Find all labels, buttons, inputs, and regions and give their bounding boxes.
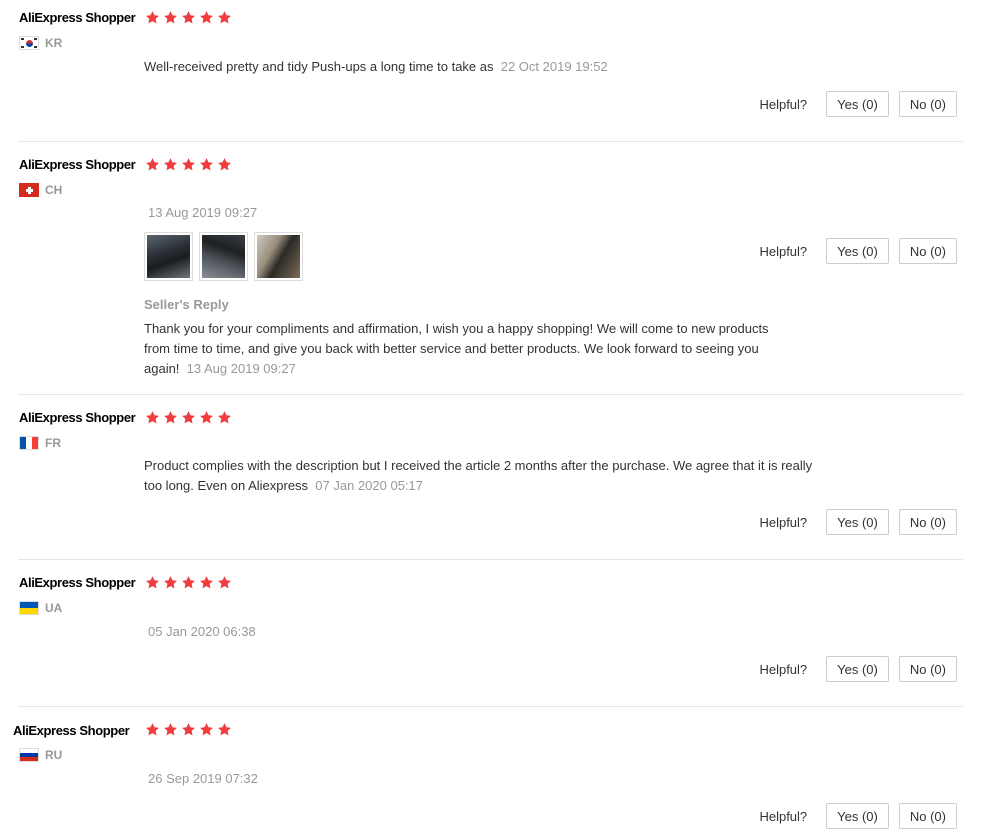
star-rating — [145, 10, 232, 25]
switzerland-flag-icon — [19, 183, 39, 197]
review-body: Product complies with the description bu… — [144, 458, 813, 473]
star-icon — [181, 10, 196, 25]
reviewer-country: KR — [19, 36, 62, 50]
star-icon — [217, 157, 232, 172]
country-code: CH — [45, 183, 63, 197]
star-icon — [181, 722, 196, 737]
seller-reply-line: Thank you for your compliments and affir… — [144, 321, 769, 336]
seller-reply-line: from time to time, and give you back wit… — [144, 341, 759, 356]
star-icon — [181, 410, 196, 425]
helpful-label: Helpful? — [759, 808, 808, 824]
star-icon — [217, 575, 232, 590]
review-photo[interactable] — [144, 232, 193, 281]
star-icon — [199, 722, 214, 737]
reviewer-name: AliExpress Shopper — [19, 575, 136, 590]
seller-reply-date: 13 Aug 2019 09:27 — [186, 361, 296, 376]
south-korea-flag-icon — [19, 36, 39, 50]
helpful-no-button[interactable]: No (0) — [898, 238, 957, 264]
helpful-no-button[interactable]: No (0) — [898, 509, 957, 535]
star-rating — [145, 575, 232, 590]
helpful-yes-button[interactable]: Yes (0) — [826, 656, 889, 682]
review-divider — [18, 559, 963, 560]
helpful-label: Helpful? — [759, 243, 808, 259]
review-photo[interactable] — [254, 232, 303, 281]
star-icon — [217, 10, 232, 25]
star-icon — [199, 575, 214, 590]
helpful-no-button[interactable]: No (0) — [898, 656, 957, 682]
helpful-section: Helpful? Yes (0) No (0) — [759, 509, 957, 535]
review-photos — [144, 232, 303, 281]
star-icon — [163, 10, 178, 25]
country-code: KR — [45, 36, 63, 50]
country-code: UA — [45, 601, 63, 615]
star-icon — [145, 157, 160, 172]
star-icon — [163, 722, 178, 737]
russia-flag-icon — [19, 748, 39, 762]
helpful-no-button[interactable]: No (0) — [898, 803, 957, 829]
review-text: Well-received pretty and tidy Push-ups a… — [144, 57, 608, 77]
country-code: RU — [45, 748, 63, 762]
reviewer-country: RU — [19, 748, 62, 762]
helpful-label: Helpful? — [759, 514, 808, 530]
helpful-no-button[interactable]: No (0) — [898, 91, 957, 117]
reviewer-name: AliExpress Shopper — [19, 10, 136, 25]
star-rating — [145, 410, 232, 425]
star-icon — [199, 10, 214, 25]
helpful-yes-button[interactable]: Yes (0) — [826, 803, 889, 829]
star-rating — [145, 722, 232, 737]
helpful-section: Helpful? Yes (0) No (0) — [759, 803, 957, 829]
ukraine-flag-icon — [19, 601, 39, 615]
star-icon — [145, 10, 160, 25]
review-photo[interactable] — [199, 232, 248, 281]
reviewer-country: UA — [19, 601, 62, 615]
review-date: 13 Aug 2019 09:27 — [148, 205, 258, 220]
star-icon — [145, 722, 160, 737]
star-icon — [217, 722, 232, 737]
star-icon — [199, 410, 214, 425]
review-date: 26 Sep 2019 07:32 — [148, 771, 258, 786]
star-rating — [145, 157, 232, 172]
star-icon — [145, 410, 160, 425]
star-icon — [163, 157, 178, 172]
star-icon — [199, 157, 214, 172]
star-icon — [181, 575, 196, 590]
review-body: Well-received pretty and tidy Push-ups a… — [144, 59, 494, 74]
star-icon — [217, 410, 232, 425]
helpful-section: Helpful? Yes (0) No (0) — [759, 656, 957, 682]
review-text: Product complies with the description bu… — [144, 456, 812, 496]
review-date: 07 Jan 2020 05:17 — [315, 478, 424, 493]
country-code: FR — [45, 436, 61, 450]
reviewer-country: FR — [19, 436, 61, 450]
seller-reply-text: Thank you for your compliments and affir… — [144, 319, 769, 379]
reviewer-name: AliExpress Shopper — [19, 410, 136, 425]
star-icon — [181, 157, 196, 172]
seller-reply-line: again! — [144, 361, 180, 376]
seller-reply-title: Seller's Reply — [144, 297, 229, 312]
helpful-label: Helpful? — [759, 96, 808, 112]
reviewer-name: AliExpress Shopper — [19, 157, 136, 172]
reviewer-country: CH — [19, 183, 62, 197]
review-divider — [18, 141, 963, 142]
review-divider — [18, 394, 963, 395]
helpful-section: Helpful? Yes (0) No (0) — [759, 238, 957, 264]
star-icon — [145, 575, 160, 590]
helpful-section: Helpful? Yes (0) No (0) — [759, 91, 957, 117]
helpful-yes-button[interactable]: Yes (0) — [826, 509, 889, 535]
star-icon — [163, 575, 178, 590]
review-body: too long. Even on Aliexpress — [144, 478, 309, 493]
helpful-yes-button[interactable]: Yes (0) — [826, 238, 889, 264]
review-date: 05 Jan 2020 06:38 — [148, 624, 256, 639]
star-icon — [163, 410, 178, 425]
france-flag-icon — [19, 436, 39, 450]
helpful-label: Helpful? — [759, 661, 808, 677]
review-divider — [18, 706, 963, 707]
helpful-yes-button[interactable]: Yes (0) — [826, 91, 889, 117]
review-date: 22 Oct 2019 19:52 — [500, 59, 608, 74]
reviewer-name: AliExpress Shopper — [13, 723, 130, 738]
